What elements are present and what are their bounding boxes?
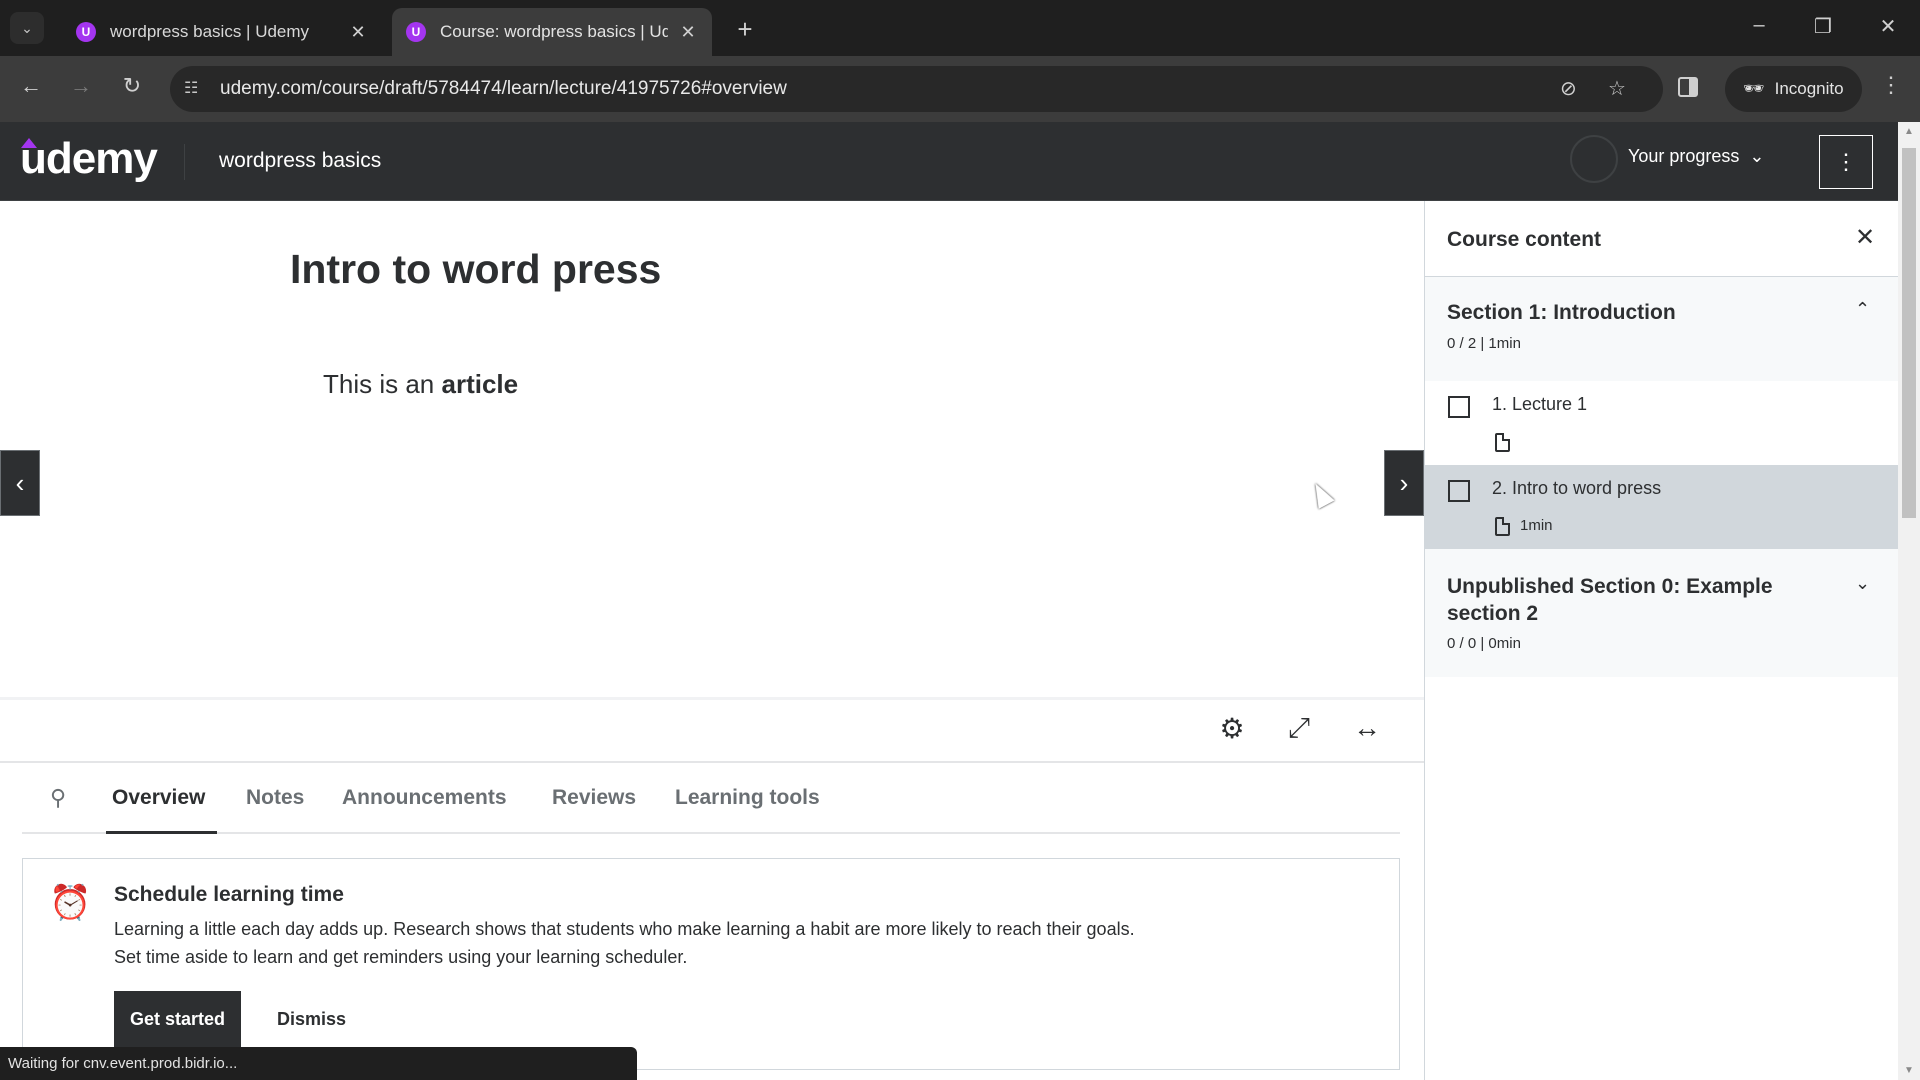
previous-lecture-button[interactable]: ‹ <box>0 450 40 516</box>
browser-menu-icon[interactable]: ⋮ <box>1880 72 1902 98</box>
eye-off-icon[interactable]: ⊘ <box>1560 76 1577 101</box>
new-tab-button[interactable]: + <box>732 14 758 45</box>
header-divider <box>184 144 185 180</box>
search-icon[interactable]: ⚲ <box>50 785 66 811</box>
incognito-label: Incognito <box>1774 79 1844 98</box>
udemy-favicon-icon: U <box>76 22 96 42</box>
progress-ring-icon[interactable] <box>1570 135 1618 183</box>
url-text[interactable]: udemy.com/course/draft/5784474/learn/lec… <box>220 78 787 100</box>
browser-status-bar: Waiting for cnv.event.prod.bidr.io... <box>0 1047 637 1080</box>
tab-title: Course: wordpress basics | Ude <box>440 22 668 41</box>
alarm-clock-icon: ⏰ <box>49 884 92 922</box>
lecture-body-bold: article <box>441 369 519 399</box>
fullscreen-icon[interactable]: ⤢ <box>1282 712 1316 745</box>
incognito-icon: 🕶 <box>1743 79 1765 98</box>
kebab-icon: ⋮ <box>1835 149 1857 174</box>
your-progress-label: Your progress <box>1628 146 1740 166</box>
browser-tab-bar: ⌄ U wordpress basics | Udemy ✕ U Course:… <box>0 0 1920 56</box>
tab-reviews[interactable]: Reviews <box>552 786 636 810</box>
lecture-duration: 1min <box>1520 517 1553 534</box>
schedule-learning-card: ⏰ Schedule learning time Learning a litt… <box>22 858 1400 1070</box>
section-title: Section 1: Introduction <box>1447 301 1676 324</box>
browser-toolbar: ← → ↻ ☷ udemy.com/course/draft/5784474/l… <box>0 56 1920 122</box>
sidebar-title: Course content <box>1447 228 1602 251</box>
chevron-up-icon[interactable]: ⌃ <box>1855 299 1870 320</box>
chevron-down-icon: ⌄ <box>21 19 33 36</box>
udemy-favicon-icon: U <box>406 22 426 42</box>
content-tabs: ⚲ Overview Notes Announcements Reviews L… <box>22 763 1400 834</box>
close-window-button[interactable]: ✕ <box>1873 14 1903 39</box>
more-options-button[interactable]: ⋮ <box>1819 135 1873 189</box>
course-content-sidebar: Course content ✕ Section 1: Introduction… <box>1424 201 1899 1080</box>
side-panel-icon[interactable] <box>1678 77 1698 97</box>
get-started-button[interactable]: Get started <box>114 991 242 1047</box>
udemy-logo[interactable]: udemy <box>20 134 158 184</box>
document-icon <box>1495 433 1510 452</box>
bookmark-star-icon[interactable]: ☆ <box>1608 76 1626 101</box>
tab-title: wordpress basics | Udemy <box>110 22 310 41</box>
scrollbar-thumb[interactable] <box>1902 148 1916 518</box>
reload-button[interactable]: ↻ <box>117 73 147 99</box>
browser-tab-1[interactable]: U wordpress basics | Udemy ✕ <box>62 8 382 56</box>
next-lecture-button[interactable]: › <box>1384 450 1424 516</box>
lecture-title: Intro to word press <box>290 246 662 292</box>
expand-width-icon[interactable]: ↔ <box>1350 712 1384 744</box>
chevron-right-icon: › <box>1399 467 1409 498</box>
viewer-controls: ⚙ ⤢ ↔ <box>0 697 1424 763</box>
address-bar[interactable]: ☷ udemy.com/course/draft/5784474/learn/l… <box>170 66 1663 112</box>
schedule-line-1: Learning a little each day adds up. Rese… <box>114 919 1135 939</box>
lecture-body: This is an article <box>323 369 518 400</box>
section-1: Section 1: Introduction 0 / 2 | 1min ⌃ 1… <box>1425 277 1899 583</box>
section-2[interactable]: Unpublished Section 0: Example section 2… <box>1425 551 1899 677</box>
course-title[interactable]: wordpress basics <box>219 149 381 173</box>
lecture-complete-checkbox[interactable] <box>1448 396 1470 418</box>
minimize-button[interactable]: – <box>1744 14 1774 37</box>
chevron-left-icon: ‹ <box>15 467 25 498</box>
lecture-item-title: 2. Intro to word press <box>1492 478 1662 498</box>
tab-search-button[interactable]: ⌄ <box>10 12 44 44</box>
forward-button[interactable]: → <box>66 73 96 99</box>
chevron-down-icon: ⌄ <box>1749 146 1765 166</box>
lecture-body-text: This is an <box>323 369 442 399</box>
tab-notes[interactable]: Notes <box>246 786 304 810</box>
lecture-complete-checkbox[interactable] <box>1448 480 1470 502</box>
close-tab-icon[interactable]: ✕ <box>348 22 368 43</box>
chevron-down-icon[interactable]: ⌄ <box>1855 573 1870 594</box>
settings-gear-icon[interactable]: ⚙ <box>1215 712 1249 745</box>
active-tab-indicator <box>106 831 217 834</box>
close-tab-icon[interactable]: ✕ <box>678 22 698 43</box>
document-icon <box>1495 517 1510 536</box>
browser-tab-2[interactable]: U Course: wordpress basics | Ude ✕ <box>392 8 712 56</box>
section-title: Unpublished Section 0: Example section 2 <box>1447 575 1773 625</box>
lecture-item[interactable]: 1. Lecture 1 <box>1425 381 1899 465</box>
lecture-item-current[interactable]: 2. Intro to word press 1min <box>1425 465 1899 549</box>
restore-button[interactable]: ❐ <box>1808 14 1838 39</box>
back-button[interactable]: ← <box>16 73 46 99</box>
tab-overview[interactable]: Overview <box>112 786 205 810</box>
close-sidebar-icon[interactable]: ✕ <box>1855 223 1875 252</box>
schedule-title: Schedule learning time <box>114 883 344 906</box>
section-1-header[interactable]: Section 1: Introduction 0 / 2 | 1min ⌃ <box>1425 277 1899 381</box>
tab-announcements[interactable]: Announcements <box>342 786 507 810</box>
dismiss-button[interactable]: Dismiss <box>277 1009 346 1030</box>
tab-learning-tools[interactable]: Learning tools <box>675 786 820 810</box>
schedule-line-2: Set time aside to learn and get reminder… <box>114 947 688 967</box>
section-meta: 0 / 0 | 0min <box>1447 635 1521 652</box>
section-meta: 0 / 2 | 1min <box>1447 335 1521 352</box>
page-scrollbar[interactable]: ▲ ▼ <box>1898 122 1920 1080</box>
scroll-up-arrow-icon[interactable]: ▲ <box>1904 126 1914 137</box>
your-progress-button[interactable]: Your progress ⌄ <box>1628 146 1765 167</box>
site-info-icon[interactable]: ☷ <box>184 78 198 98</box>
lecture-viewer: Intro to word press This is an article ‹… <box>0 201 1424 697</box>
scroll-down-arrow-icon[interactable]: ▼ <box>1904 1065 1914 1076</box>
incognito-indicator[interactable]: 🕶 Incognito <box>1725 66 1862 112</box>
schedule-description: Learning a little each day adds up. Rese… <box>114 915 1314 971</box>
sidebar-header: Course content ✕ <box>1425 201 1899 277</box>
lecture-item-title: 1. Lecture 1 <box>1492 394 1588 414</box>
